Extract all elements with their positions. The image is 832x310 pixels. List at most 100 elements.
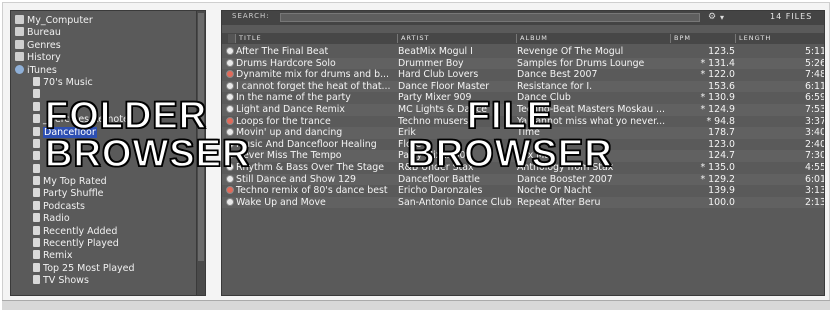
track-bpm: * 135.0 — [700, 161, 735, 173]
folder-item[interactable]: _Hercules Remote — [11, 114, 197, 126]
folder-scrollbar-thumb[interactable] — [198, 13, 204, 261]
track-file-icon — [226, 104, 234, 113]
folder-list: My_Computer Bureau Genres History iTunes 70's… — [11, 15, 197, 288]
track-title: Light and Dance Remix — [226, 104, 394, 116]
track-bpm: * 124.9 — [700, 103, 735, 115]
track-title-text: Techno remix of 80's dance best — [236, 185, 388, 197]
search-clear-icon[interactable]: ▾ — [720, 12, 728, 23]
track-artist: Party Mixer 909 — [398, 92, 472, 104]
track-bpm: 124.7 — [708, 150, 735, 162]
search-settings-icon[interactable]: ⚙ — [706, 12, 718, 23]
playlist-icon — [33, 101, 40, 111]
folder-item[interactable]: Dancefloor — [11, 126, 197, 139]
track-artist: Techno musers — [398, 115, 469, 127]
track-length: 2:40 — [804, 138, 825, 150]
playlist-icon — [33, 114, 40, 124]
search-label: SEARCH: — [232, 12, 270, 20]
track-bpm: 153.6 — [708, 80, 735, 92]
folder-item-label: Recently Played — [43, 238, 119, 250]
track-length: 3:37 — [804, 115, 825, 127]
folder-browser[interactable]: My_Computer Bureau Genres History iTunes 70's… — [10, 10, 206, 296]
folder-item[interactable] — [11, 138, 197, 151]
table-row[interactable]: In the name of the party Party Mixer 909 D… — [222, 92, 824, 104]
track-length: 7:30 — [804, 150, 825, 162]
table-row[interactable]: Drums Hardcore Solo Drummer Boy Samples fo… — [222, 57, 825, 70]
column-header: TITLE ARTIST ALBUM BPM LENGTH — [222, 33, 824, 44]
folder-item-label: Top 25 Most Played — [43, 262, 135, 274]
folder-item[interactable]: Top 25 Most Played — [11, 262, 197, 275]
table-row[interactable]: I cannot forget the heat of that... Dance… — [222, 80, 825, 93]
folder-item[interactable]: Bureau — [11, 27, 197, 39]
track-bpm: 123.5 — [708, 46, 735, 57]
playlist-icon — [33, 275, 40, 285]
folder-item[interactable]: Genres — [11, 39, 197, 52]
status-bar — [2, 300, 830, 310]
list-icon — [15, 39, 24, 49]
table-row[interactable]: Light and Dance Remix MC Lights & Dance Te… — [222, 103, 824, 116]
folder-item[interactable] — [11, 151, 197, 163]
playlist-icon — [33, 225, 40, 235]
table-row[interactable]: After The Final Beat BeatMix Mogul I Reven… — [222, 46, 824, 58]
table-row[interactable]: Rhythm & Bass Over The Stage R&B Under St… — [222, 161, 824, 174]
track-file-icon — [226, 139, 234, 148]
column-artist[interactable]: ARTIST — [398, 34, 517, 43]
folder-item[interactable]: Radio — [11, 213, 197, 225]
track-title-text: I cannot forget the heat of that... — [236, 80, 391, 92]
table-row[interactable]: Wake Up and Move San-Antonio Dance Club Re… — [222, 196, 824, 209]
track-file-icon — [226, 70, 234, 79]
table-row[interactable]: Loops for the trance Techno musers Ya cann… — [222, 115, 825, 128]
track-length: 5:26 — [804, 57, 825, 69]
playlist-icon — [33, 188, 40, 198]
folder-item[interactable]: Recently Added — [11, 225, 197, 238]
folder-item[interactable] — [11, 163, 197, 176]
table-row[interactable]: Movin' up and dancing Erik Time 178.7 3:40 — [222, 127, 824, 139]
file-browser[interactable]: SEARCH: ⚙ ▾ 14 FILES TITLE ARTIST ALBUM … — [221, 10, 825, 296]
folder-item[interactable]: Recently Played — [11, 238, 197, 250]
folder-item[interactable]: iTunes — [11, 64, 197, 77]
column-select-all[interactable] — [228, 34, 236, 43]
track-bpm: * 122.0 — [700, 69, 735, 81]
column-bpm[interactable]: BPM — [671, 34, 736, 43]
track-artist: Drummer Boy — [398, 57, 464, 69]
track-album: Repeat After Beru — [517, 196, 601, 208]
track-title: I cannot forget the heat of that... — [226, 81, 394, 93]
table-row[interactable]: Never Miss The Tempo Party Mixer 909 Mix M… — [222, 150, 825, 162]
search-input[interactable] — [280, 13, 700, 22]
column-album[interactable]: ALBUM — [517, 34, 671, 43]
table-row[interactable]: Still Dance and Show 129 Dancefloor Battl… — [222, 173, 825, 186]
track-title: Never Miss The Tempo — [226, 150, 394, 162]
track-length: 6:11 — [804, 80, 825, 92]
folder-item-label: My Top Rated — [43, 176, 107, 188]
track-title-text: Drums Hardcore Solo — [236, 57, 336, 69]
folder-item[interactable]: My_Computer — [11, 15, 197, 27]
track-title: Dynamite mix for drums and b... — [226, 69, 394, 81]
track-album: Revenge Of The Mogul — [517, 46, 624, 57]
track-length: 3:13 — [804, 185, 825, 197]
folder-item[interactable]: Remix — [11, 250, 197, 262]
table-row[interactable]: Music And Dancefloor Healing Flore 123.0 2:… — [222, 138, 825, 151]
track-title-text: Dynamite mix for drums and b... — [236, 69, 390, 81]
folder-item[interactable]: TV Shows — [11, 275, 197, 287]
folder-item[interactable] — [11, 89, 197, 101]
track-bpm: * 129.2 — [700, 173, 735, 185]
folder-item[interactable]: My Top Rated — [11, 176, 197, 188]
folder-item[interactable] — [11, 101, 197, 114]
track-title: Music And Dancefloor Healing — [226, 139, 394, 151]
track-album: Dance Booster 2007 — [517, 173, 613, 185]
file-count: 14 FILES — [770, 12, 813, 21]
folder-scrollbar[interactable] — [196, 11, 205, 295]
folder-item[interactable]: 70's Music — [11, 76, 197, 89]
column-title[interactable]: TITLE — [236, 34, 398, 43]
table-row[interactable]: Techno remix of 80's dance best Ericho Da… — [222, 185, 825, 197]
playlist-icon — [33, 262, 40, 272]
track-length: 6:01 — [804, 173, 825, 185]
column-length[interactable]: LENGTH — [736, 34, 824, 43]
playlist-icon — [33, 163, 40, 173]
folder-item[interactable]: History — [11, 52, 197, 64]
folder-item[interactable]: Party Shuffle — [11, 188, 197, 200]
folder-item[interactable]: Podcasts — [11, 200, 197, 213]
track-file-icon — [226, 47, 234, 55]
track-title: Drums Hardcore Solo — [226, 58, 394, 70]
table-row[interactable]: Dynamite mix for drums and b... Hard Club… — [222, 69, 824, 81]
playlist-icon — [33, 76, 40, 86]
